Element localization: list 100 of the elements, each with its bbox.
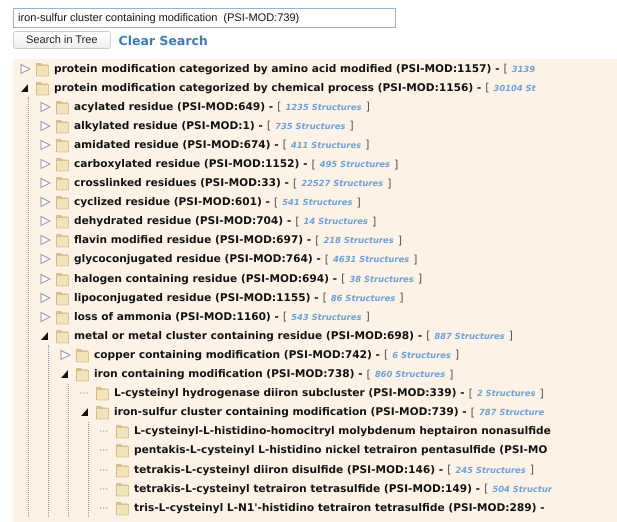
tree-item-label[interactable]: alkylated residue (PSI-MOD:1) -	[74, 120, 263, 132]
folder-icon	[55, 270, 70, 287]
collapsed-arrow-icon[interactable]	[39, 272, 52, 285]
bracket-text: [	[470, 406, 475, 419]
search-field[interactable]: iron-sulfur cluster containing modification (PSI-MOD:739)	[13, 8, 396, 28]
bracket-text: [	[282, 138, 287, 152]
tree-item-label[interactable]: flavin modified residue (PSI-MOD:697) -	[74, 234, 312, 246]
bracket-text: ]	[366, 100, 370, 114]
folder-icon	[55, 328, 70, 344]
bracket-text: ]	[418, 272, 422, 286]
folder-icon	[55, 290, 70, 306]
tree-item-label[interactable]: glycoconjugated residue (PSI-MOD:764) -	[74, 253, 321, 266]
folder-icon	[55, 118, 70, 134]
bracket-text: [	[384, 348, 388, 362]
bracket-text: [	[282, 310, 288, 324]
bracket-text: ]	[387, 176, 392, 190]
tree-item-label[interactable]: tetrakis-L-cysteinyl diiron disulfide (PSI-MOD:146) -	[134, 464, 444, 476]
folder-icon	[55, 156, 70, 172]
collapsed-arrow-icon[interactable]	[39, 292, 52, 304]
bracket-text: [	[295, 214, 300, 228]
tree-item-label[interactable]: iron-sulfur cluster containing modification (PSI-MOD:739) -	[114, 406, 467, 418]
bracket-text: ]	[356, 196, 361, 209]
folder-icon	[55, 232, 70, 248]
bracket-text: [	[311, 158, 316, 171]
bracket-text: [	[324, 252, 330, 266]
folder-icon	[115, 442, 130, 458]
folder-icon	[55, 308, 70, 325]
tree-item-label[interactable]: amidated residue (PSI-MOD:674) -	[74, 138, 279, 151]
clear-search-link[interactable]: Clear Search	[118, 32, 208, 48]
tree-item-label[interactable]: tris-L-cysteinyl L-N1'-histidino tetrairon tetrasulfide (PSI-MOD:289) -	[134, 502, 545, 514]
bracket-text: ]	[413, 252, 418, 266]
tree-item-label[interactable]: dehydrated residue (PSI-MOD:704) -	[74, 215, 292, 228]
folder-icon	[55, 136, 70, 153]
collapsed-arrow-icon[interactable]	[39, 215, 52, 228]
folder-icon	[75, 366, 90, 382]
collapsed-arrow-icon[interactable]	[39, 177, 52, 190]
folder-icon	[35, 80, 50, 96]
collapsed-arrow-icon[interactable]	[39, 253, 52, 266]
tree-item-label[interactable]: carboxylated residue (PSI-MOD:1152) -	[74, 158, 308, 170]
tree-item-label[interactable]: protein modification categorized by chemical process (PSI-MOD:1156) -	[54, 82, 482, 94]
bracket-text: ]	[508, 329, 513, 342]
bracket-text: [	[366, 368, 371, 381]
bracket-text: [	[503, 62, 508, 76]
bracket-text: ]	[365, 138, 370, 152]
tree-item-label[interactable]: loss of ammonia (PSI-MOD:1160) -	[74, 310, 279, 323]
collapsed-arrow-icon[interactable]	[39, 234, 52, 246]
folder-icon	[55, 251, 70, 268]
collapsed-arrow-icon[interactable]	[39, 138, 52, 151]
tree-item-label[interactable]: crosslinked residues (PSI-MOD:33) -	[74, 177, 289, 190]
collapsed-arrow-icon[interactable]	[39, 120, 52, 132]
tree-item-label[interactable]: pentakis-L-cysteinyl L-histidino nickel tetrairon pentasulfide (PSI-MO	[134, 444, 548, 456]
tree-item-label[interactable]: tetrakis-L-cysteinyl tetrairon tetrasulfide (PSI-MOD:149) -	[134, 482, 480, 495]
bracket-text: ]	[398, 234, 402, 247]
folder-icon	[35, 60, 50, 77]
bracket-text: ]	[449, 368, 454, 381]
bracket-text: ]	[539, 386, 544, 400]
folder-icon	[115, 480, 130, 497]
collapsed-arrow-icon[interactable]	[59, 348, 72, 361]
collapsed-arrow-icon[interactable]	[39, 100, 52, 113]
bracket-text: ]	[530, 463, 534, 476]
collapsed-arrow-icon[interactable]	[19, 62, 32, 75]
tree-item-label[interactable]: L-cysteinyl-L-histidino-homocitryl molybdenum heptairon nonasulfide	[134, 425, 551, 438]
bracket-text: ]	[365, 310, 370, 324]
search-in-tree-button[interactable]: Search in Tree	[13, 31, 111, 49]
bracket-text: [	[485, 81, 490, 94]
bracket-text: ]	[399, 291, 404, 304]
collapsed-arrow-icon[interactable]	[39, 196, 52, 208]
bracket-text: [	[266, 119, 272, 132]
folder-icon	[95, 404, 110, 420]
tree-item-label[interactable]: protein modification categorized by amino acid modified (PSI-MOD:1157) -	[54, 62, 500, 75]
folder-icon	[55, 194, 70, 210]
bracket-text: [	[426, 329, 430, 342]
folder-icon	[115, 423, 130, 440]
bracket-text: ]	[349, 119, 354, 132]
folder-icon	[115, 500, 130, 516]
bracket-text: [	[447, 463, 452, 476]
folder-icon	[95, 385, 110, 402]
bracket-text: [	[274, 196, 278, 209]
tree-item-label[interactable]: iron containing modification (PSI-MOD:738) -	[94, 368, 363, 380]
bracket-text: [	[292, 176, 298, 190]
folder-icon	[115, 462, 130, 478]
folder-icon	[75, 346, 90, 363]
bracket-text: ]	[372, 214, 376, 228]
tree-item-label[interactable]: metal or metal cluster containing residue (PSI-MOD:698) -	[74, 330, 422, 342]
bracket-text: [	[315, 234, 320, 247]
tree-item-label[interactable]: acylated residue (PSI-MOD:649) -	[74, 100, 274, 113]
bracket-text: ]	[454, 348, 460, 362]
tree-item-label[interactable]: L-cysteinyl hydrogenase diiron subcluster (PSI-MOD:339) -	[114, 387, 465, 400]
collapsed-arrow-icon[interactable]	[39, 158, 52, 170]
folder-icon	[55, 98, 70, 115]
bracket-text: ]	[394, 158, 398, 171]
folder-icon	[55, 213, 70, 230]
bracket-text: [	[341, 272, 346, 286]
tree-item-label[interactable]: lipoconjugated residue (PSI-MOD:1155) -	[74, 292, 319, 304]
tree-item-label[interactable]: halogen containing residue (PSI-MOD:694) -	[74, 272, 338, 285]
tree-item-label[interactable]: copper containing modification (PSI-MOD:742) -	[94, 348, 380, 361]
bracket-text: [	[277, 100, 282, 114]
bracket-text: [	[322, 291, 327, 304]
tree-item-label[interactable]: cyclized residue (PSI-MOD:601) -	[74, 196, 270, 208]
collapsed-arrow-icon[interactable]	[39, 310, 52, 323]
